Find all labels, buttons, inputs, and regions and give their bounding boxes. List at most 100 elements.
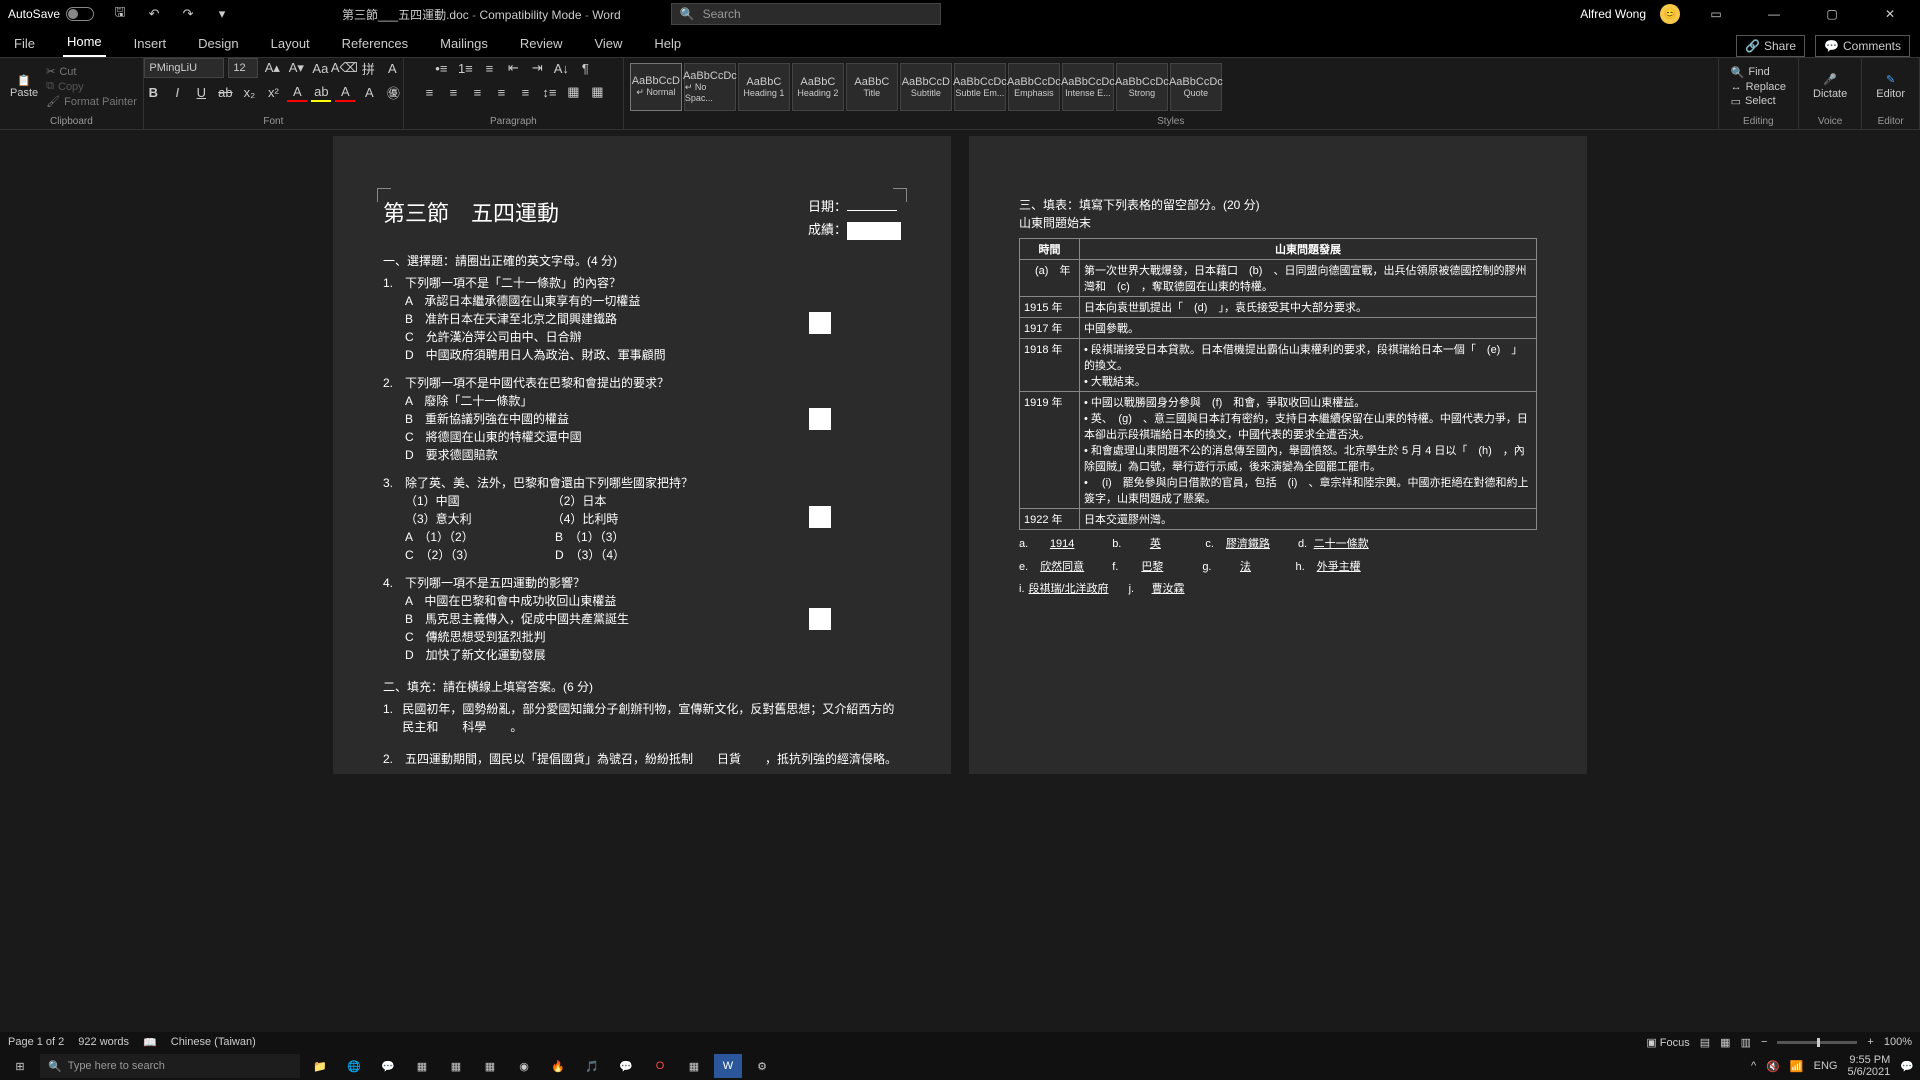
numbering-icon[interactable]: 1≡: [455, 58, 475, 78]
show-marks-icon[interactable]: ¶: [575, 58, 595, 78]
subscript-icon[interactable]: x₂: [239, 82, 259, 102]
superscript-icon[interactable]: x²: [263, 82, 283, 102]
select-button[interactable]: ▭Select: [1731, 95, 1786, 108]
tab-design[interactable]: Design: [194, 30, 242, 57]
replace-button[interactable]: ↔Replace: [1731, 81, 1786, 93]
chrome-icon[interactable]: 🌐: [340, 1054, 368, 1078]
style-item[interactable]: AaBbCcDSubtitle: [900, 63, 952, 111]
strike-icon[interactable]: ab: [215, 82, 235, 102]
notifications-icon[interactable]: 💬: [1900, 1060, 1914, 1073]
focus-button[interactable]: ▣ Focus: [1646, 1036, 1689, 1049]
undo-icon[interactable]: ↶: [144, 4, 164, 24]
bold-icon[interactable]: B: [143, 82, 163, 102]
font-name-input[interactable]: [144, 58, 224, 78]
comments-button[interactable]: 💬 Comments: [1815, 35, 1910, 57]
tab-insert[interactable]: Insert: [130, 30, 171, 57]
style-item[interactable]: AaBbCcDcIntense E...: [1062, 63, 1114, 111]
distribute-icon[interactable]: ≡: [515, 82, 535, 102]
taskbar-search[interactable]: 🔍 Type here to search: [40, 1054, 300, 1078]
style-item[interactable]: AaBbCHeading 2: [792, 63, 844, 111]
obs-icon[interactable]: ◉: [510, 1054, 538, 1078]
tab-home[interactable]: Home: [63, 28, 106, 57]
zoom-out-icon[interactable]: −: [1761, 1036, 1767, 1048]
clock[interactable]: 9:55 PM 5/6/2021: [1847, 1054, 1890, 1078]
align-center-icon[interactable]: ≡: [443, 82, 463, 102]
share-button[interactable]: 🔗 Share: [1736, 35, 1805, 57]
app-icon[interactable]: ▦: [680, 1054, 708, 1078]
zoom-slider[interactable]: [1777, 1041, 1857, 1044]
language[interactable]: Chinese (Taiwan): [171, 1036, 256, 1048]
multilevel-icon[interactable]: ≡: [479, 58, 499, 78]
char-border-icon[interactable]: A: [382, 58, 402, 78]
change-case-icon[interactable]: Aa: [310, 58, 330, 78]
paste-button[interactable]: 📋 Paste: [6, 72, 42, 101]
zoom-in-icon[interactable]: +: [1867, 1036, 1873, 1048]
style-item[interactable]: AaBbCcDcEmphasis: [1008, 63, 1060, 111]
wifi-icon[interactable]: 📶: [1790, 1060, 1804, 1073]
style-item[interactable]: AaBbCcDcStrong: [1116, 63, 1168, 111]
style-item[interactable]: AaBbCTitle: [846, 63, 898, 111]
shrink-font-icon[interactable]: A▾: [286, 58, 306, 78]
style-item[interactable]: AaBbCcDc↵ No Spac...: [684, 63, 736, 111]
settings-icon[interactable]: ⚙: [748, 1054, 776, 1078]
align-left-icon[interactable]: ≡: [419, 82, 439, 102]
tray-chevron-icon[interactable]: ^: [1751, 1060, 1756, 1072]
dec-indent-icon[interactable]: ⇤: [503, 58, 523, 78]
borders-icon[interactable]: ▦: [587, 82, 607, 102]
tab-review[interactable]: Review: [516, 30, 567, 57]
app-icon[interactable]: ▦: [442, 1054, 470, 1078]
autosave-toggle[interactable]: AutoSave: [8, 7, 94, 21]
close-icon[interactable]: ✕: [1868, 0, 1912, 28]
underline-icon[interactable]: U: [191, 82, 211, 102]
grow-font-icon[interactable]: A▴: [262, 58, 282, 78]
tab-file[interactable]: File: [10, 30, 39, 57]
proofing-icon[interactable]: 📖: [143, 1036, 157, 1049]
ime-indicator[interactable]: ENG: [1814, 1060, 1838, 1072]
avatar[interactable]: 😊: [1660, 4, 1680, 24]
user-name[interactable]: Alfred Wong: [1580, 7, 1646, 21]
italic-icon[interactable]: I: [167, 82, 187, 102]
opera-icon[interactable]: O: [646, 1054, 674, 1078]
discord-icon[interactable]: 💬: [374, 1054, 402, 1078]
editor-button[interactable]: ✎ Editor: [1868, 69, 1913, 104]
inc-indent-icon[interactable]: ⇥: [527, 58, 547, 78]
sort-icon[interactable]: A↓: [551, 58, 571, 78]
app-icon[interactable]: 🔥: [544, 1054, 572, 1078]
app-icon[interactable]: ▦: [476, 1054, 504, 1078]
font-color-icon[interactable]: A: [287, 82, 307, 102]
tab-help[interactable]: Help: [650, 30, 685, 57]
whatsapp-icon[interactable]: 💬: [612, 1054, 640, 1078]
word-count[interactable]: 922 words: [78, 1036, 129, 1048]
zoom-level[interactable]: 100%: [1884, 1036, 1912, 1048]
search-input[interactable]: 🔍 Search: [671, 3, 941, 25]
web-layout-icon[interactable]: ▥: [1741, 1036, 1751, 1049]
styles-gallery[interactable]: AaBbCcD↵ NormalAaBbCcDc↵ No Spac... AaBbC…: [630, 63, 1222, 111]
itunes-icon[interactable]: 🎵: [578, 1054, 606, 1078]
page-count[interactable]: Page 1 of 2: [8, 1036, 64, 1048]
style-item[interactable]: AaBbCcDcQuote: [1170, 63, 1222, 111]
start-button[interactable]: ⊞: [6, 1054, 34, 1078]
font-color2-icon[interactable]: A: [335, 82, 355, 102]
volume-icon[interactable]: 🔇: [1766, 1060, 1780, 1073]
justify-icon[interactable]: ≡: [491, 82, 511, 102]
maximize-icon[interactable]: ▢: [1810, 0, 1854, 28]
style-item[interactable]: AaBbCcD↵ Normal: [630, 63, 682, 111]
clear-format-icon[interactable]: A⌫: [334, 58, 354, 78]
dictate-button[interactable]: 🎤 Dictate: [1805, 69, 1855, 104]
phonetic-icon[interactable]: 拼: [358, 58, 378, 78]
highlight-icon[interactable]: ab: [311, 82, 331, 102]
minecraft-icon[interactable]: ▦: [408, 1054, 436, 1078]
enclose-icon[interactable]: ㊝: [383, 82, 403, 102]
minimize-icon[interactable]: —: [1752, 0, 1796, 28]
tab-view[interactable]: View: [590, 30, 626, 57]
cut-button[interactable]: ✂Cut: [46, 65, 137, 78]
qat-more-icon[interactable]: ▾: [212, 4, 232, 24]
bullets-icon[interactable]: •≡: [431, 58, 451, 78]
document-area[interactable]: 第三節 五四運動 日期： 成績： 一、選擇題：請圈出正確的英文字母。(4 分) …: [0, 130, 1920, 1052]
redo-icon[interactable]: ↷: [178, 4, 198, 24]
tab-mailings[interactable]: Mailings: [436, 30, 492, 57]
shading-icon[interactable]: ▦: [563, 82, 583, 102]
explorer-icon[interactable]: 📁: [306, 1054, 334, 1078]
line-spacing-icon[interactable]: ↕≡: [539, 82, 559, 102]
print-layout-icon[interactable]: ▦: [1720, 1036, 1730, 1049]
